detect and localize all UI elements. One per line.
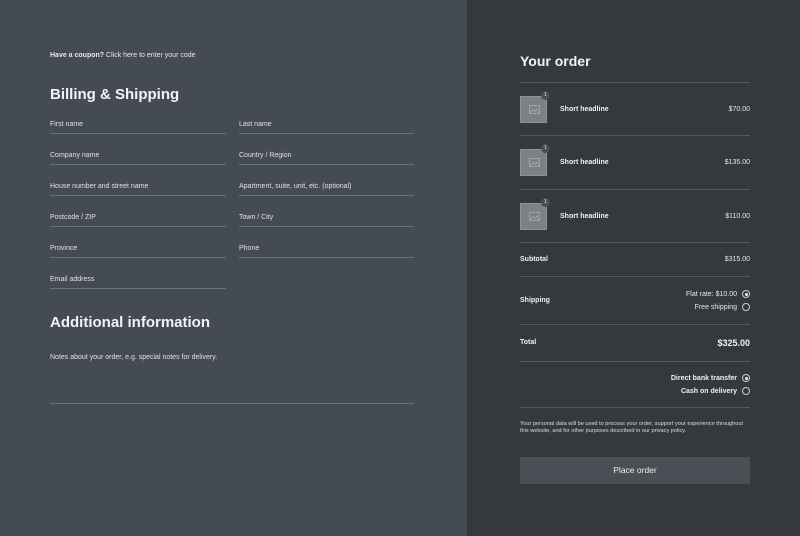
total-value: $325.00 (717, 338, 750, 348)
shipping-option-free[interactable]: Free shipping (695, 302, 750, 312)
coupon-notice: Have a coupon? Click here to enter your … (50, 52, 196, 59)
phone-label: Phone (239, 245, 260, 252)
last-name-field[interactable]: Last name (239, 120, 414, 134)
divider (520, 407, 750, 408)
divider (520, 361, 750, 362)
coupon-link[interactable]: Click here to enter your code (106, 52, 196, 59)
image-icon (529, 212, 540, 221)
shipping-option-flat-rate[interactable]: Flat rate: $10.00 (686, 289, 750, 299)
place-order-button[interactable]: Place order (520, 457, 750, 484)
payment-option-cash-on-delivery[interactable]: Cash on delivery (681, 386, 750, 396)
item-name: Short headline (560, 159, 609, 166)
province-label: Province (50, 245, 78, 252)
item-price: $110.00 (725, 213, 750, 220)
town-field[interactable]: Town / City (239, 213, 414, 227)
divider (520, 135, 750, 136)
quantity-badge: 1 (541, 91, 550, 100)
order-title: Your order (520, 53, 591, 69)
product-thumbnail (520, 149, 547, 176)
shipping-label: Shipping (520, 297, 550, 304)
payment-option-label: Cash on delivery (680, 387, 737, 395)
company-label: Company name (50, 152, 100, 159)
first-name-field[interactable]: First name (50, 120, 226, 134)
apartment-label: Apartment, suite, unit, etc. (optional) (239, 183, 352, 190)
image-icon (529, 158, 540, 167)
postcode-label: Postcode / ZIP (50, 214, 96, 221)
radio-button-selected[interactable] (742, 374, 750, 382)
payment-option-label: Direct bank transfer (670, 374, 737, 382)
company-field[interactable]: Company name (50, 151, 226, 165)
order-item: 1 Short headline $110.00 (520, 198, 750, 231)
item-price: $70.00 (728, 106, 750, 113)
province-field[interactable]: Province (50, 244, 226, 258)
order-item: 1 Short headline $70.00 (520, 91, 750, 124)
order-item: 1 Short headline $135.00 (520, 144, 750, 177)
subtotal-label: Subtotal (520, 256, 548, 263)
street-field[interactable]: House number and street name (50, 182, 226, 196)
postcode-field[interactable]: Postcode / ZIP (50, 213, 226, 227)
additional-title: Additional information (50, 314, 210, 331)
shipping-option-label: Flat rate: $10.00 (686, 290, 737, 298)
divider (520, 276, 750, 277)
radio-button[interactable] (742, 303, 750, 311)
email-field[interactable]: Email address (50, 275, 226, 289)
country-field[interactable]: Country / Region (239, 151, 414, 165)
total-label: Total (520, 339, 537, 346)
divider (520, 189, 750, 190)
payment-option-bank-transfer[interactable]: Direct bank transfer (671, 373, 750, 383)
divider (520, 82, 750, 83)
quantity-badge: 1 (541, 144, 550, 153)
last-name-label: Last name (239, 121, 272, 128)
item-price: $135.00 (724, 159, 750, 166)
image-icon (529, 105, 540, 114)
country-label: Country / Region (239, 152, 292, 159)
billing-panel (0, 0, 467, 536)
quantity-badge: 1 (541, 198, 550, 207)
apartment-field[interactable]: Apartment, suite, unit, etc. (optional) (239, 182, 414, 196)
coupon-prefix: Have a coupon? (50, 52, 105, 59)
divider (520, 324, 750, 325)
divider (520, 242, 750, 243)
product-thumbnail (520, 96, 547, 123)
town-label: Town / City (239, 214, 274, 221)
order-notes-placeholder: Notes about your order, e.g. special not… (50, 354, 218, 361)
item-name: Short headline (560, 106, 609, 113)
radio-button-selected[interactable] (742, 290, 750, 298)
email-label: Email address (50, 276, 95, 283)
product-thumbnail (520, 203, 547, 230)
street-label: House number and street name (50, 183, 149, 190)
order-panel (467, 0, 800, 536)
radio-button[interactable] (742, 387, 750, 395)
phone-field[interactable]: Phone (239, 244, 414, 258)
billing-title: Billing & Shipping (50, 86, 180, 103)
order-notes-textarea[interactable]: Notes about your order, e.g. special not… (50, 346, 414, 404)
shipping-option-label: Free shipping (694, 303, 737, 311)
subtotal-value: $315.00 (724, 256, 750, 263)
first-name-label: First name (50, 121, 84, 128)
item-name: Short headline (560, 213, 609, 220)
privacy-notice: Your personal data will be used to proce… (520, 421, 744, 434)
